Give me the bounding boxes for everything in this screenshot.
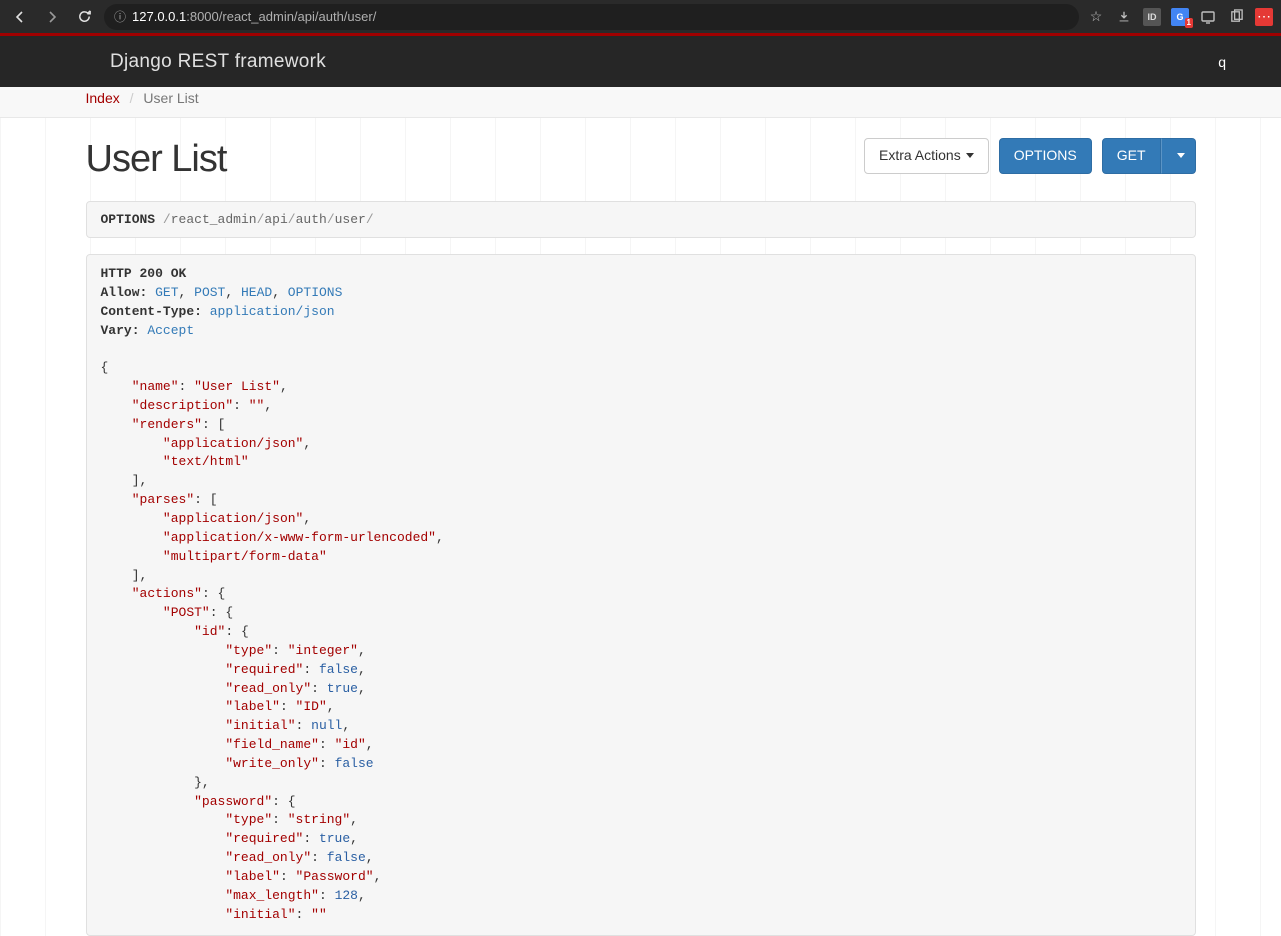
extension-translate-icon[interactable]: G1 [1171,8,1189,26]
breadcrumb-current: User List [143,90,198,106]
extension-icons: ☆ ID G1 ⋯ [1087,8,1273,26]
get-button-group: GET [1102,138,1196,174]
breadcrumb-separator: / [124,90,140,106]
request-method: OPTIONS [101,212,156,227]
content-area: User List Extra Actions OPTIONS GET OPTI… [0,118,1281,936]
get-dropdown-button[interactable] [1161,138,1196,174]
download-icon[interactable] [1115,8,1133,26]
copy-icon[interactable] [1227,8,1245,26]
page-title: User List [86,138,227,181]
get-button[interactable]: GET [1102,138,1161,174]
extension-icon[interactable]: ⋯ [1255,8,1273,26]
caret-icon [1177,153,1185,158]
reload-button[interactable] [72,5,96,29]
url-text: 127.0.0.1:8000/react_admin/api/auth/user… [132,9,376,24]
breadcrumb-bar: Index / User List [0,87,1281,118]
caret-icon [966,153,974,158]
user-label[interactable]: q [1218,54,1226,70]
url-bar[interactable]: ⓘ 127.0.0.1:8000/react_admin/api/auth/us… [104,4,1079,30]
options-button[interactable]: OPTIONS [999,138,1092,174]
app-header: Django REST framework q [0,36,1281,87]
brand-link[interactable]: Django REST framework [110,51,326,73]
breadcrumb-index[interactable]: Index [86,90,120,106]
devtools-icon[interactable] [1199,8,1217,26]
breadcrumb: Index / User List [86,90,1196,106]
request-info: OPTIONS /react_admin/api/auth/user/ [86,201,1196,238]
response-body: HTTP 200 OK Allow: GET, POST, HEAD, OPTI… [86,254,1196,936]
back-button[interactable] [8,5,32,29]
info-icon: ⓘ [114,8,126,25]
forward-button[interactable] [40,5,64,29]
browser-bar: ⓘ 127.0.0.1:8000/react_admin/api/auth/us… [0,0,1281,33]
request-path: /react_admin/api/auth/user/ [163,212,374,227]
bookmark-star-icon[interactable]: ☆ [1087,8,1105,26]
shield-icon[interactable]: ID [1143,8,1161,26]
extra-actions-button[interactable]: Extra Actions [864,138,989,174]
action-buttons: Extra Actions OPTIONS GET [864,138,1196,174]
